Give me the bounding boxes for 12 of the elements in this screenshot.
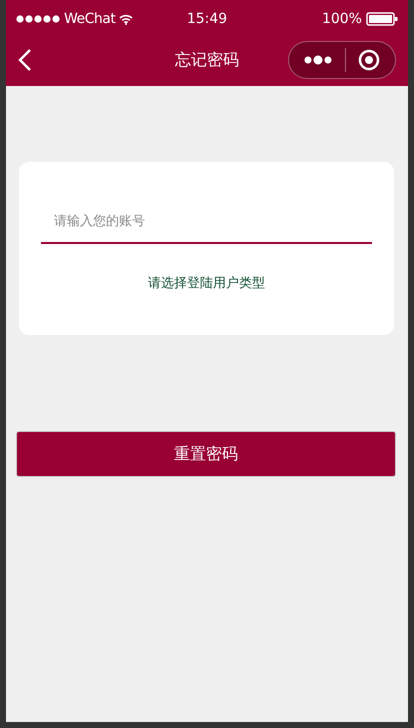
status-time: 15:49 (186, 11, 228, 27)
carrier-name: WeChat (64, 11, 116, 27)
battery-percent: 100% (322, 11, 362, 27)
battery-icon (366, 12, 398, 26)
user-type-picker[interactable]: 请选择登陆用户类型 (148, 274, 265, 292)
page-title: 忘记密码 (174, 50, 240, 70)
wifi-icon (119, 14, 134, 24)
signal-icon (16, 15, 60, 23)
close-icon[interactable] (358, 49, 380, 71)
back-icon[interactable] (18, 48, 32, 72)
more-icon[interactable] (303, 55, 333, 65)
reset-password-button[interactable]: 重置密码 (16, 431, 396, 477)
